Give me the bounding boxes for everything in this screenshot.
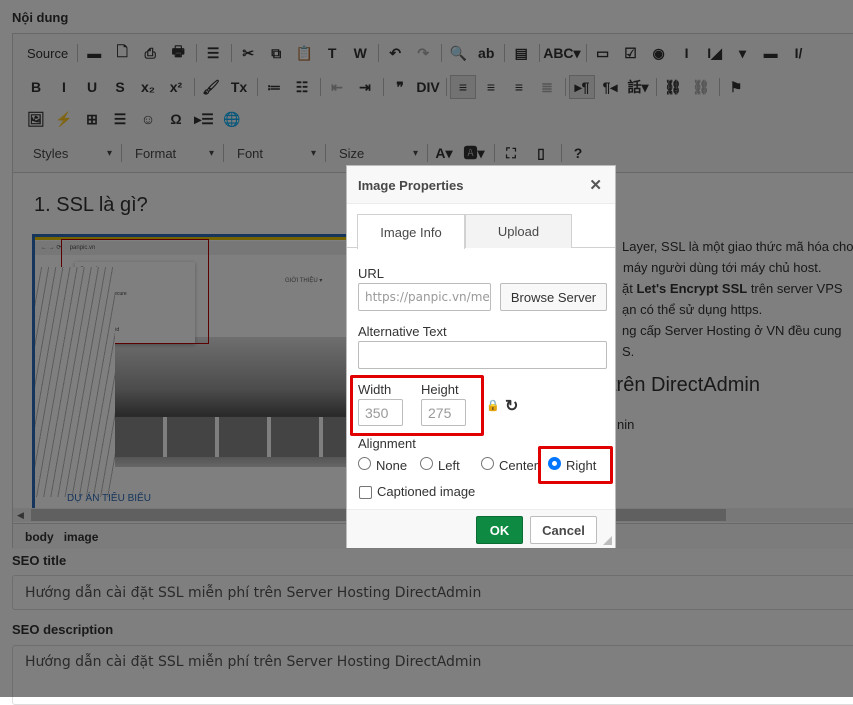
height-label: Height	[421, 382, 459, 397]
lock-ratio-icon[interactable]: 🔒	[486, 399, 500, 412]
captioned-checkbox[interactable]	[359, 486, 372, 499]
width-label: Width	[358, 382, 392, 397]
align-center-radio[interactable]	[481, 457, 494, 470]
alignment-label: Alignment	[358, 436, 416, 451]
dialog-header: Image Properties ✕	[347, 166, 615, 204]
tab-upload[interactable]: Upload	[465, 214, 572, 248]
alt-text-label: Alternative Text	[358, 324, 447, 339]
resize-handle[interactable]	[603, 536, 612, 545]
image-properties-dialog: Image Properties ✕ Image Info Upload URL…	[346, 165, 616, 548]
align-left-radio[interactable]	[420, 457, 433, 470]
align-left-label[interactable]: Left	[438, 458, 460, 473]
url-input[interactable]: https://panpic.vn/media	[358, 283, 491, 311]
align-none-radio[interactable]	[358, 457, 371, 470]
align-right-label[interactable]: Right	[566, 458, 596, 473]
align-center-label[interactable]: Center	[499, 458, 538, 473]
close-icon[interactable]: ✕	[589, 176, 602, 194]
ok-button[interactable]: OK	[476, 516, 523, 544]
width-input[interactable]: 350	[358, 399, 403, 426]
dialog-footer: OK Cancel	[347, 509, 615, 548]
alt-text-input[interactable]	[358, 341, 607, 369]
dialog-title: Image Properties	[358, 178, 464, 193]
captioned-label[interactable]: Captioned image	[377, 484, 475, 499]
browse-server-button[interactable]: Browse Server	[500, 283, 607, 311]
tab-image-info[interactable]: Image Info	[357, 214, 465, 249]
height-input[interactable]: 275	[421, 399, 466, 426]
align-none-label[interactable]: None	[376, 458, 407, 473]
cancel-button[interactable]: Cancel	[530, 516, 597, 544]
url-label: URL	[358, 266, 385, 281]
align-right-radio[interactable]	[548, 457, 561, 470]
reset-size-icon[interactable]: ↻	[505, 396, 518, 416]
